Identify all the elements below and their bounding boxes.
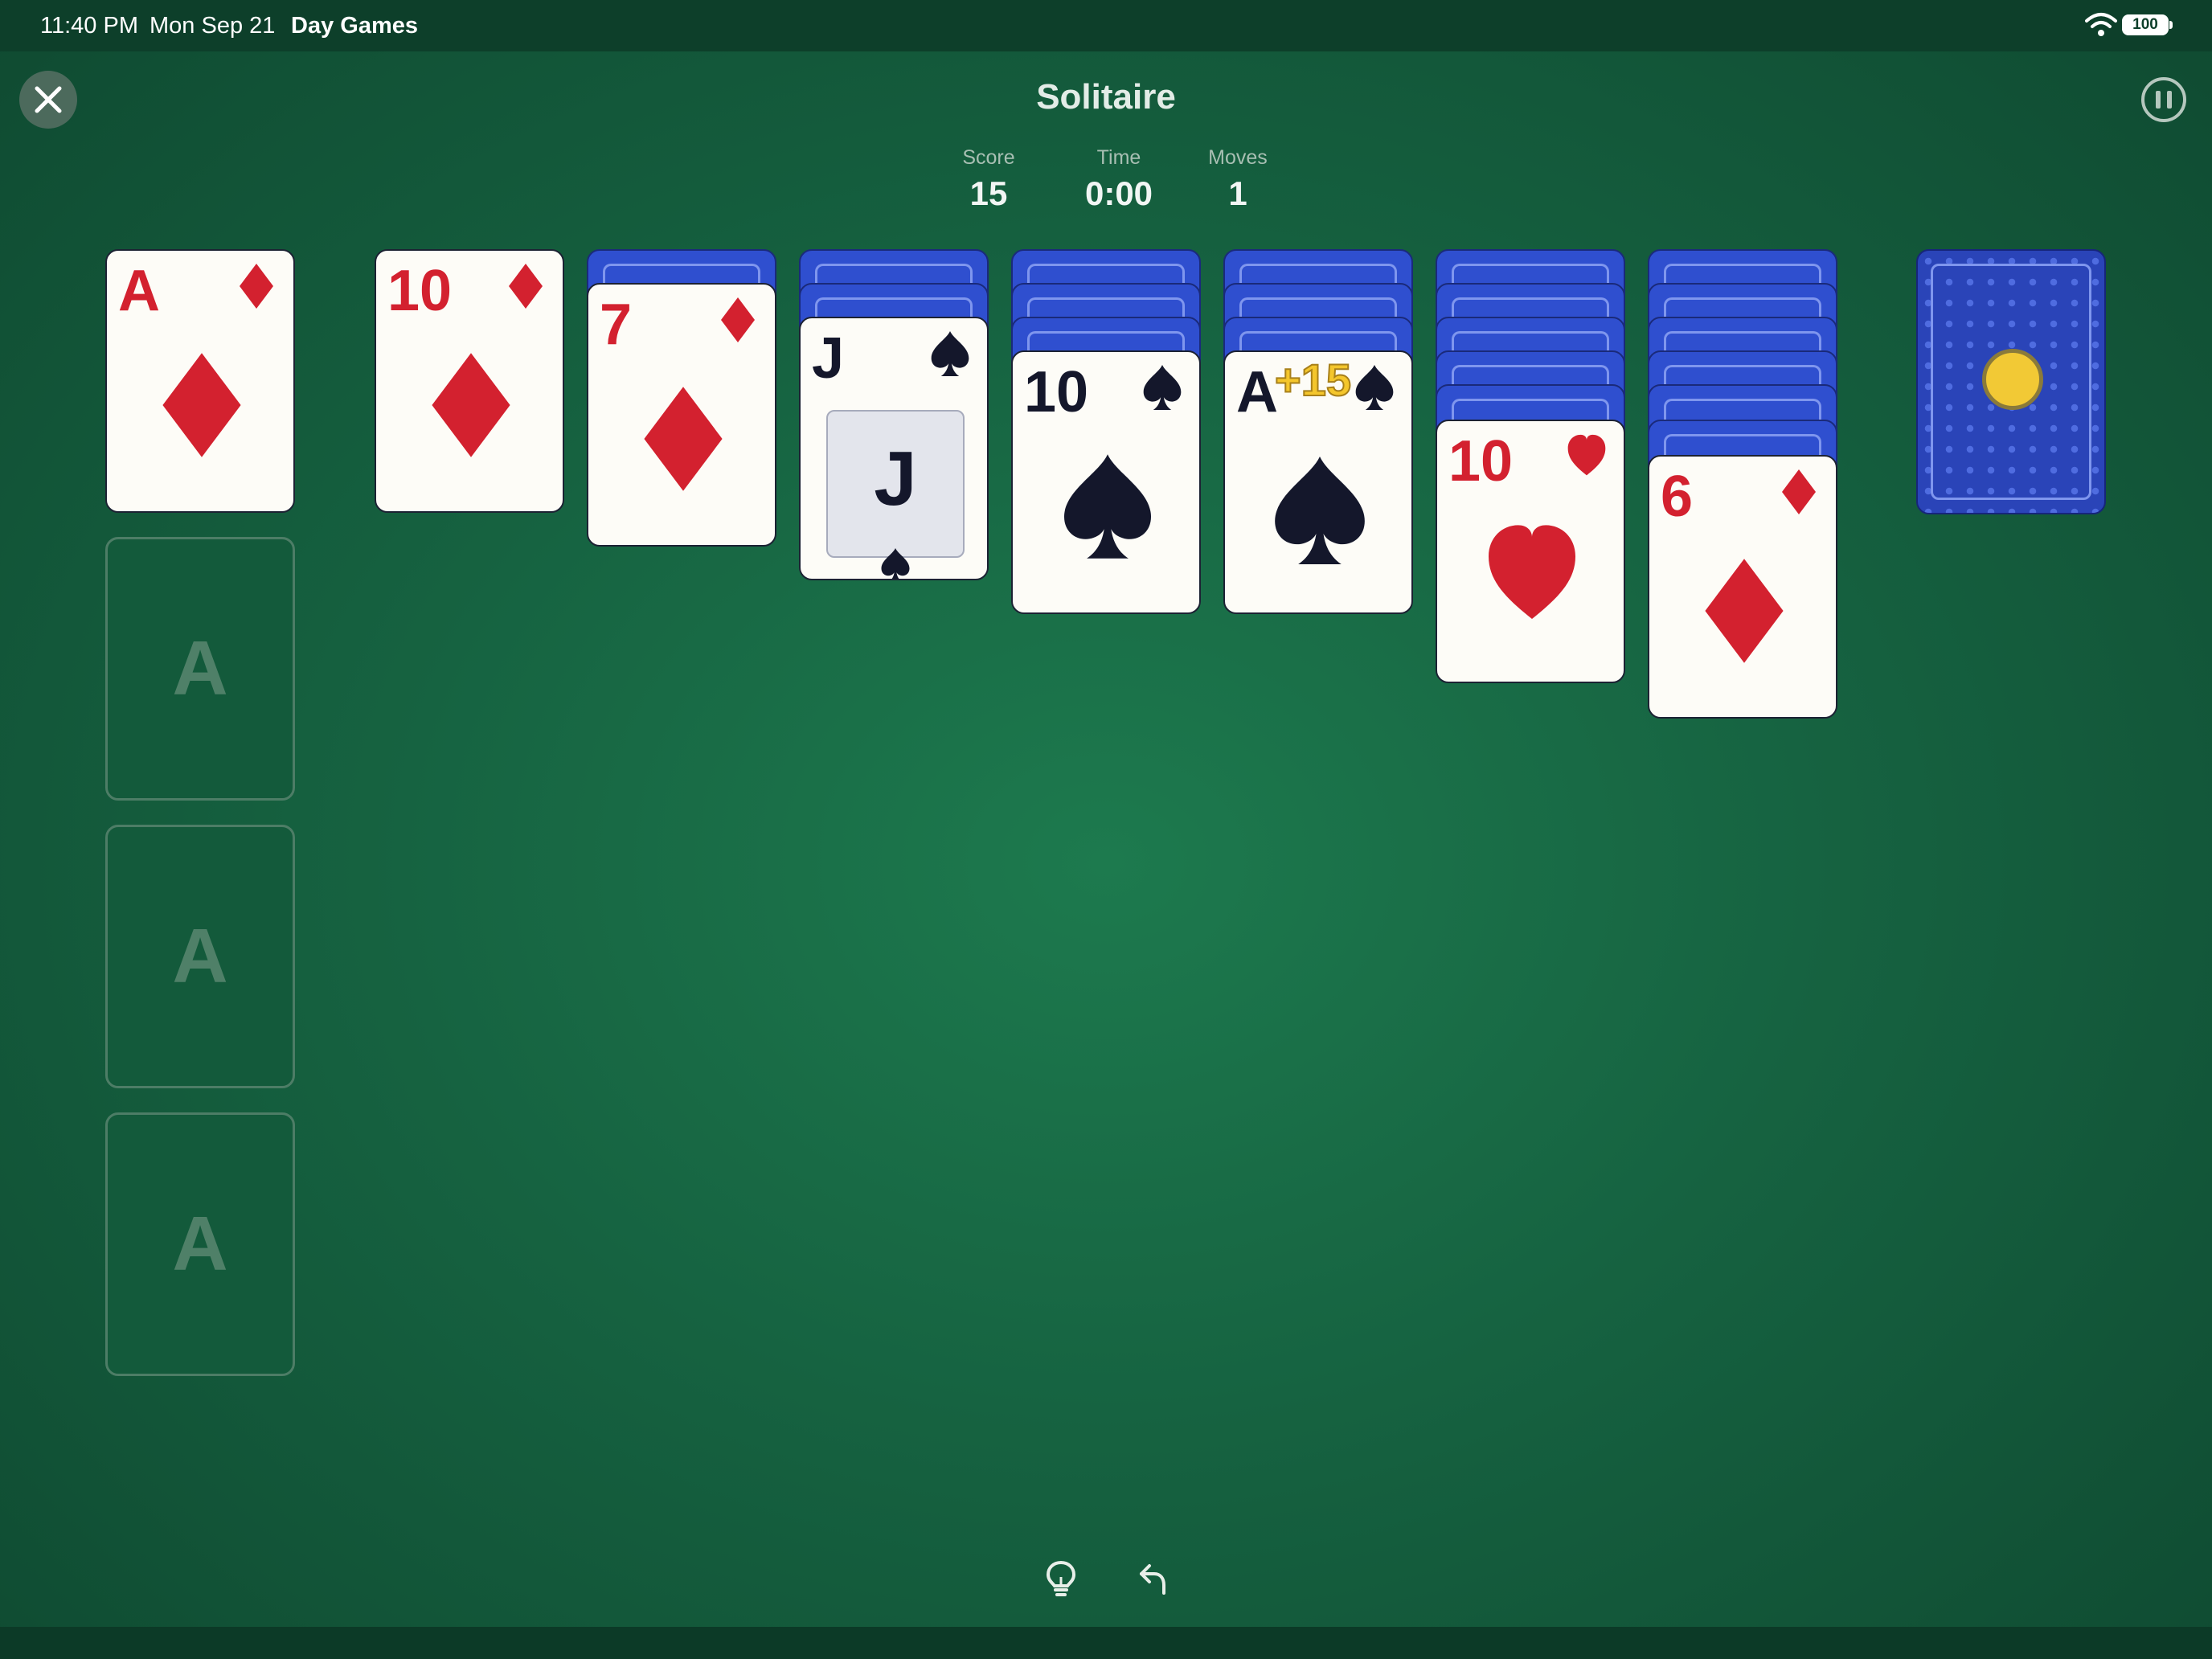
foundation-card[interactable]: A: [105, 249, 295, 513]
home-bar: [0, 1627, 2212, 1659]
diamond-icon: [644, 387, 723, 491]
moves-value: 1: [1228, 174, 1247, 212]
card-rank: A: [118, 259, 160, 323]
score-stat: Score 15: [916, 146, 1061, 213]
spade-icon: [1064, 454, 1151, 559]
card-rank: 10: [1448, 429, 1514, 494]
lightbulb-icon[interactable]: [1042, 1559, 1080, 1598]
heart-icon: [1489, 525, 1575, 619]
tableau-card[interactable]: 10: [1436, 420, 1625, 683]
status-app-name: Day Games: [291, 13, 418, 39]
card-rank: A: [1236, 360, 1278, 424]
card-rank: 6: [1661, 465, 1694, 529]
diamond-icon: [509, 264, 543, 309]
coin-icon: [1982, 349, 2043, 410]
card-rank: 10: [1024, 360, 1089, 424]
jack-face: J: [826, 410, 965, 579]
diamond-icon: [1705, 559, 1784, 663]
spade-icon: [1143, 365, 1182, 410]
wifi-icon: [2085, 13, 2117, 36]
tableau-card[interactable]: 6: [1648, 455, 1837, 719]
diamond-icon: [240, 264, 273, 309]
pause-icon-bar: [2167, 91, 2172, 109]
diamond-icon: [432, 353, 510, 457]
heart-icon: [1567, 434, 1606, 476]
diamond-icon: [721, 297, 755, 342]
status-bar: 11:40 PM Mon Sep 21 Day Games: [0, 0, 2212, 51]
score-popup: +15: [1274, 354, 1352, 406]
status-time: 11:40 PM: [40, 13, 138, 39]
battery-nub: [2169, 21, 2173, 29]
moves-stat: Moves 1: [1165, 146, 1310, 213]
spade-icon: [1355, 365, 1394, 410]
tableau-card[interactable]: 10: [1011, 350, 1201, 614]
diamond-icon: [1782, 469, 1816, 514]
diamond-icon: [162, 353, 241, 457]
card-rank: 7: [600, 293, 633, 357]
waste-card[interactable]: 10: [375, 249, 564, 513]
tableau-card[interactable]: 7: [587, 283, 776, 547]
spade-icon: [881, 548, 910, 579]
stock-pile[interactable]: [1916, 249, 2106, 514]
pause-icon: [2156, 91, 2161, 109]
spade-icon: [1275, 457, 1365, 564]
spade-icon: [931, 331, 969, 376]
undo-icon[interactable]: [1132, 1559, 1170, 1598]
card-rank: J: [812, 326, 845, 391]
pause-button[interactable]: [2141, 77, 2186, 122]
foundation-slot[interactable]: A: [105, 537, 295, 801]
page-title: Solitaire: [1036, 77, 1176, 117]
moves-label: Moves: [1208, 146, 1268, 169]
card-rank: 10: [387, 259, 453, 323]
foundation-slot[interactable]: A: [105, 825, 295, 1088]
battery-icon: 100: [2122, 14, 2169, 35]
status-date: Mon Sep 21: [150, 13, 276, 39]
foundation-slot[interactable]: A: [105, 1112, 295, 1376]
face-rank: J: [874, 436, 917, 522]
score-label: Score: [962, 146, 1015, 169]
tableau-card[interactable]: J J: [799, 317, 989, 580]
score-value: 15: [969, 174, 1008, 212]
